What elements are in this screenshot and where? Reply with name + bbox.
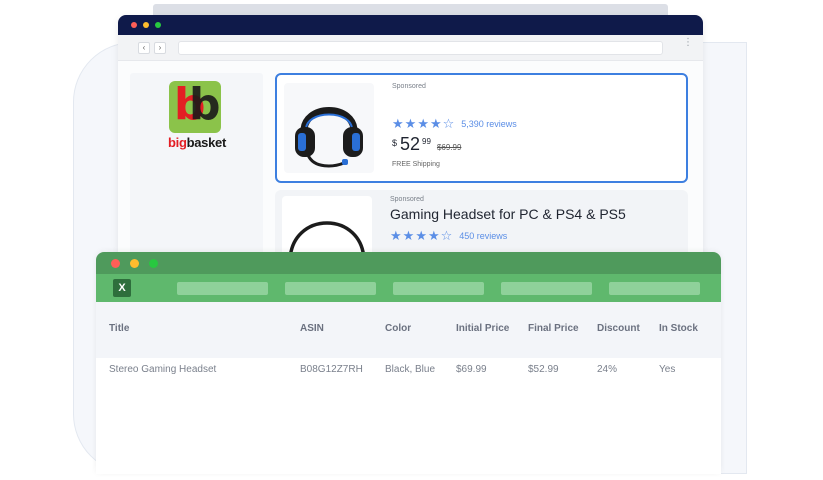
star-full-icon: ★ [429, 116, 442, 131]
column-header-title[interactable]: Title [109, 323, 129, 334]
star-full-icon: ★ [415, 228, 427, 243]
spreadsheet-toolbar: X [96, 274, 721, 302]
price-dollars: 52 [400, 134, 421, 154]
browser-navbar: ‹ › [118, 35, 703, 61]
price-row: $ 52 99 $69.99 [392, 135, 461, 153]
ribbon-item[interactable] [501, 281, 592, 295]
close-dot-icon[interactable] [111, 258, 120, 268]
table-cell[interactable]: 24% [597, 364, 617, 375]
column-header-asin[interactable]: ASIN [300, 323, 324, 334]
star-full-icon: ★ [392, 116, 404, 131]
star-full-icon: ★ [427, 228, 440, 243]
bigbasket-logo-icon[interactable]: b b [169, 81, 221, 133]
browser-content: b b bigbasket Sponsored ★ ★ ★ ★ ☆ 5,390 … [118, 61, 703, 277]
star-full-icon: ★ [404, 116, 417, 131]
product-title-link[interactable]: Gaming Headset for PC & PS4 & PS5 [390, 206, 626, 222]
price-cents: 99 [422, 137, 431, 146]
star-full-icon: ★ [417, 116, 429, 131]
minimize-dot-icon[interactable] [143, 22, 149, 28]
table-cell[interactable]: $52.99 [528, 364, 559, 375]
currency-symbol: $ [392, 138, 398, 148]
spreadsheet-window: X Title ASIN Color Initial Price Final P… [96, 252, 721, 474]
close-dot-icon[interactable] [131, 22, 137, 28]
column-header-color[interactable]: Color [385, 323, 411, 334]
table-cell[interactable]: Black, Blue [385, 364, 435, 375]
maximize-dot-icon[interactable] [149, 258, 158, 268]
star-empty-icon: ☆ [442, 116, 455, 131]
table-header-row: Title ASIN Color Initial Price Final Pri… [96, 302, 721, 358]
rating-stars: ★ ★ ★ ★ ☆ 5,390 reviews [392, 117, 517, 130]
review-count-link[interactable]: 450 reviews [459, 231, 507, 241]
headset-icon[interactable] [284, 83, 374, 173]
back-button[interactable]: ‹ [138, 41, 150, 54]
column-header-initial-price[interactable]: Initial Price [456, 323, 509, 334]
ribbon-item[interactable] [609, 281, 700, 295]
maximize-dot-icon[interactable] [155, 22, 161, 28]
table-cell[interactable]: $69.99 [456, 364, 487, 375]
star-empty-icon: ☆ [440, 228, 453, 243]
browser-menu-icon[interactable]: ⋮ [683, 38, 693, 48]
product-card-sponsored-1[interactable]: Sponsored ★ ★ ★ ★ ☆ 5,390 reviews $ 52 9… [275, 73, 688, 183]
table-cell[interactable]: Stereo Gaming Headset [109, 364, 216, 375]
excel-icon[interactable]: X [113, 279, 131, 297]
sponsored-label: Sponsored [392, 83, 426, 90]
column-header-in-stock[interactable]: In Stock [659, 323, 698, 334]
original-price: $69.99 [436, 143, 462, 152]
forward-button[interactable]: › [154, 41, 166, 54]
shipping-label: FREE Shipping [392, 161, 440, 168]
spreadsheet-titlebar [96, 252, 721, 274]
store-logo-panel: b b bigbasket [130, 73, 263, 263]
browser-window: ‹ › ⋮ b b bigbasket Sponsored ★ ★ ★ ★ ☆ … [118, 15, 703, 277]
table-cell[interactable]: B08G12Z7RH [300, 364, 363, 375]
table-cell[interactable]: Yes [659, 364, 675, 375]
column-header-final-price[interactable]: Final Price [528, 323, 579, 334]
sponsored-label: Sponsored [390, 196, 424, 203]
review-count-link[interactable]: 5,390 reviews [461, 119, 517, 129]
ribbon-item[interactable] [285, 281, 376, 295]
ribbon-item[interactable] [393, 281, 484, 295]
ribbon-item[interactable] [177, 281, 268, 295]
minimize-dot-icon[interactable] [130, 258, 139, 268]
address-bar[interactable] [178, 40, 663, 55]
star-full-icon: ★ [390, 228, 402, 243]
rating-stars: ★ ★ ★ ★ ☆ 450 reviews [390, 229, 507, 242]
column-header-discount[interactable]: Discount [597, 323, 640, 334]
store-logo-text: bigbasket [168, 135, 226, 150]
ribbon [177, 281, 700, 295]
star-full-icon: ★ [402, 228, 415, 243]
table-row: Stereo Gaming Headset B08G12Z7RH Black, … [96, 358, 721, 394]
browser-titlebar [118, 15, 703, 35]
